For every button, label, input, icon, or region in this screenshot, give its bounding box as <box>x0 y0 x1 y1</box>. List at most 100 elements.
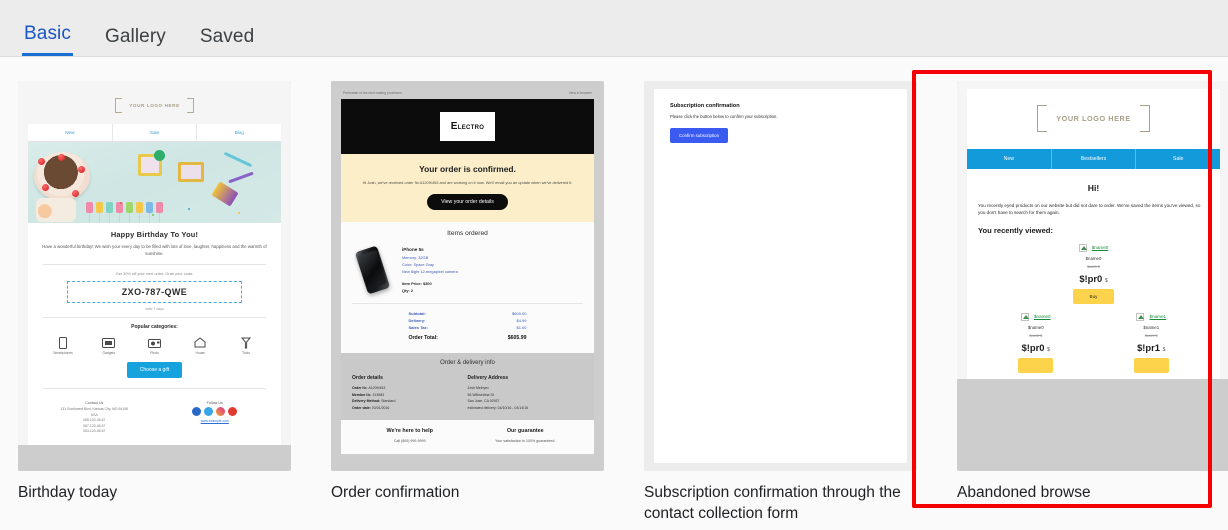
template-thumbnail[interactable]: YOUR LOGO HERE New Sale Blog Happy Birth… <box>18 81 291 471</box>
product-link[interactable]: $name1 <box>1150 314 1167 319</box>
party-popper-graphic <box>211 181 239 207</box>
promo-code: ZXO-787-QWE <box>67 281 242 304</box>
items-section: Items ordered iPhone 5s Memory: 32GB Col… <box>341 222 594 354</box>
house-icon <box>182 336 218 349</box>
greeting: Hi! <box>1087 183 1100 193</box>
grand-total-row: Order Total: $605.99 <box>409 334 527 343</box>
social-links <box>155 407 276 417</box>
follow-column: Follow Us www.example.com <box>155 401 276 434</box>
nav-item-bestsellers[interactable]: Bestsellers <box>1052 149 1137 169</box>
tab-basic[interactable]: Basic <box>22 23 73 56</box>
order-details-column: Order details Order №: A1209/453 Member … <box>352 375 468 411</box>
product-name: $name0 <box>1027 324 1044 330</box>
category-list: Smartphones Gadgets Photo House Tools <box>39 336 270 355</box>
email-preview-abandoned: YOUR LOGO HERE New Bestsellers Sale Hi! … <box>957 81 1228 379</box>
preheader-text: Preheader of the next mailing provisions… <box>343 91 403 95</box>
tab-gallery[interactable]: Gallery <box>103 26 168 56</box>
confirm-subscription-button[interactable]: Confirm subscription <box>670 128 729 143</box>
logo-text: YOUR LOGO HERE <box>115 98 194 113</box>
delivery-address-title: Delivery Address <box>467 375 509 382</box>
category-label: Tools <box>242 351 250 356</box>
nav-item-new[interactable]: New <box>28 124 113 141</box>
website-link[interactable]: www.example.com <box>155 419 276 423</box>
view-order-details-button[interactable]: View your order details <box>427 194 508 211</box>
email-nav: New Bestsellers Sale <box>967 149 1220 169</box>
nav-item-sale[interactable]: Sale <box>113 124 198 141</box>
template-thumbnail[interactable]: YOUR LOGO HERE New Bestsellers Sale Hi! … <box>957 81 1228 471</box>
price-value: $!pr1 <box>1137 341 1161 353</box>
template-card-abandoned-browse[interactable]: YOUR LOGO HERE New Bestsellers Sale Hi! … <box>957 81 1228 524</box>
nav-item-new[interactable]: New <box>967 149 1052 169</box>
smartphone-icon <box>45 336 81 349</box>
email-preview-subscription: Subscription confirmation Please click t… <box>644 81 917 471</box>
nav-item-sale[interactable]: Sale <box>1136 149 1220 169</box>
choose-a-gift-button[interactable]: Choose a gift <box>126 362 183 379</box>
contact-title: Contact Us <box>85 401 104 406</box>
order-delivery-info-title: Order & delivery info <box>341 353 594 374</box>
item-qty: Qty: 2 <box>402 287 414 293</box>
guarantee-title: Our guarantee <box>506 428 544 435</box>
template-thumbnail[interactable]: Subscription confirmation Please click t… <box>644 81 917 471</box>
electro-logo: ELECTRO <box>439 112 496 141</box>
template-thumbnail[interactable]: Preheader of the next mailing provisions… <box>331 81 604 471</box>
price-value: $!pr0 <box>1079 272 1103 284</box>
nav-item-blog[interactable]: Blog <box>197 124 281 141</box>
youtube-icon[interactable] <box>228 407 238 417</box>
total-label: Subtotal: <box>408 311 426 317</box>
category-tools[interactable]: Tools <box>228 336 264 355</box>
template-caption: Birthday today <box>18 484 118 501</box>
buy-button[interactable] <box>1018 357 1054 373</box>
product-price: $!pr1 $ <box>1094 342 1210 353</box>
product-name: $name1 <box>1143 324 1160 330</box>
detail-value: A1209/453 <box>368 386 386 391</box>
template-category-tabs: Basic Gallery Saved <box>0 0 1228 57</box>
recently-viewed-title: You recently viewed: <box>978 225 1053 235</box>
candle-letter <box>136 202 143 213</box>
category-gadgets[interactable]: Gadgets <box>91 336 127 355</box>
guarantee-column: Our guarantee Your satisfaction is 100% … <box>468 428 584 444</box>
instagram-icon[interactable] <box>216 407 226 417</box>
confetti <box>238 212 240 214</box>
logo-placeholder: YOUR LOGO HERE <box>967 89 1220 149</box>
product-link[interactable]: $name0 <box>1092 245 1109 250</box>
confetti <box>152 214 154 216</box>
view-in-browser-link[interactable]: View in browser <box>569 91 592 95</box>
detail-key: Order №: <box>352 386 368 391</box>
intro-text: You recently eyed products on our websit… <box>978 203 1201 216</box>
buy-button[interactable]: Buy <box>1072 288 1115 304</box>
category-house[interactable]: House <box>182 336 218 355</box>
help-text: Call (800) 999-9999 <box>393 439 426 444</box>
currency-symbol: $ <box>1047 346 1050 353</box>
total-value: $4.99 <box>516 318 527 324</box>
cherry-decoration <box>58 154 65 161</box>
follow-title: Follow Us <box>206 401 223 406</box>
grand-total-label: Order Total: <box>408 335 438 342</box>
total-row: Sales Tax: $1.00 <box>409 324 527 331</box>
birthday-candles <box>86 202 163 213</box>
template-card-birthday-today[interactable]: YOUR LOGO HERE New Sale Blog Happy Birth… <box>18 81 291 524</box>
category-smartphones[interactable]: Smartphones <box>45 336 81 355</box>
product-link[interactable]: $name0 <box>1034 314 1051 319</box>
facebook-icon[interactable] <box>192 407 202 417</box>
detail-key: Order date: <box>352 405 371 410</box>
candle-letter <box>126 202 133 213</box>
template-caption: Subscription confirmation through the co… <box>644 484 901 522</box>
tab-saved[interactable]: Saved <box>198 26 256 56</box>
contact-line: 063-123-45-67 <box>83 429 106 434</box>
total-value: $600.00 <box>512 311 527 317</box>
buy-button[interactable] <box>1133 357 1169 373</box>
total-value: $1.00 <box>516 325 527 331</box>
email-lead-text: Have a wonderful birthday! We wish your … <box>42 244 267 256</box>
order-delivery-info: Order details Order №: A1209/453 Member … <box>341 373 594 421</box>
template-card-subscription-confirmation[interactable]: Subscription confirmation Please click t… <box>644 81 917 524</box>
camera-icon <box>137 336 173 349</box>
category-photo[interactable]: Photo <box>137 336 173 355</box>
order-details-title: Order details <box>352 375 383 382</box>
category-label: Gadgets <box>102 351 115 356</box>
preheader: Preheader of the next mailing provisions… <box>341 89 594 99</box>
address-line: Josh Melnyev <box>467 386 489 391</box>
twitter-icon[interactable] <box>204 407 214 417</box>
help-section: We're here to help Call (800) 999-9999 O… <box>341 420 594 455</box>
template-card-order-confirmation[interactable]: Preheader of the next mailing provisions… <box>331 81 604 524</box>
detail-value: 213583 <box>372 392 385 397</box>
